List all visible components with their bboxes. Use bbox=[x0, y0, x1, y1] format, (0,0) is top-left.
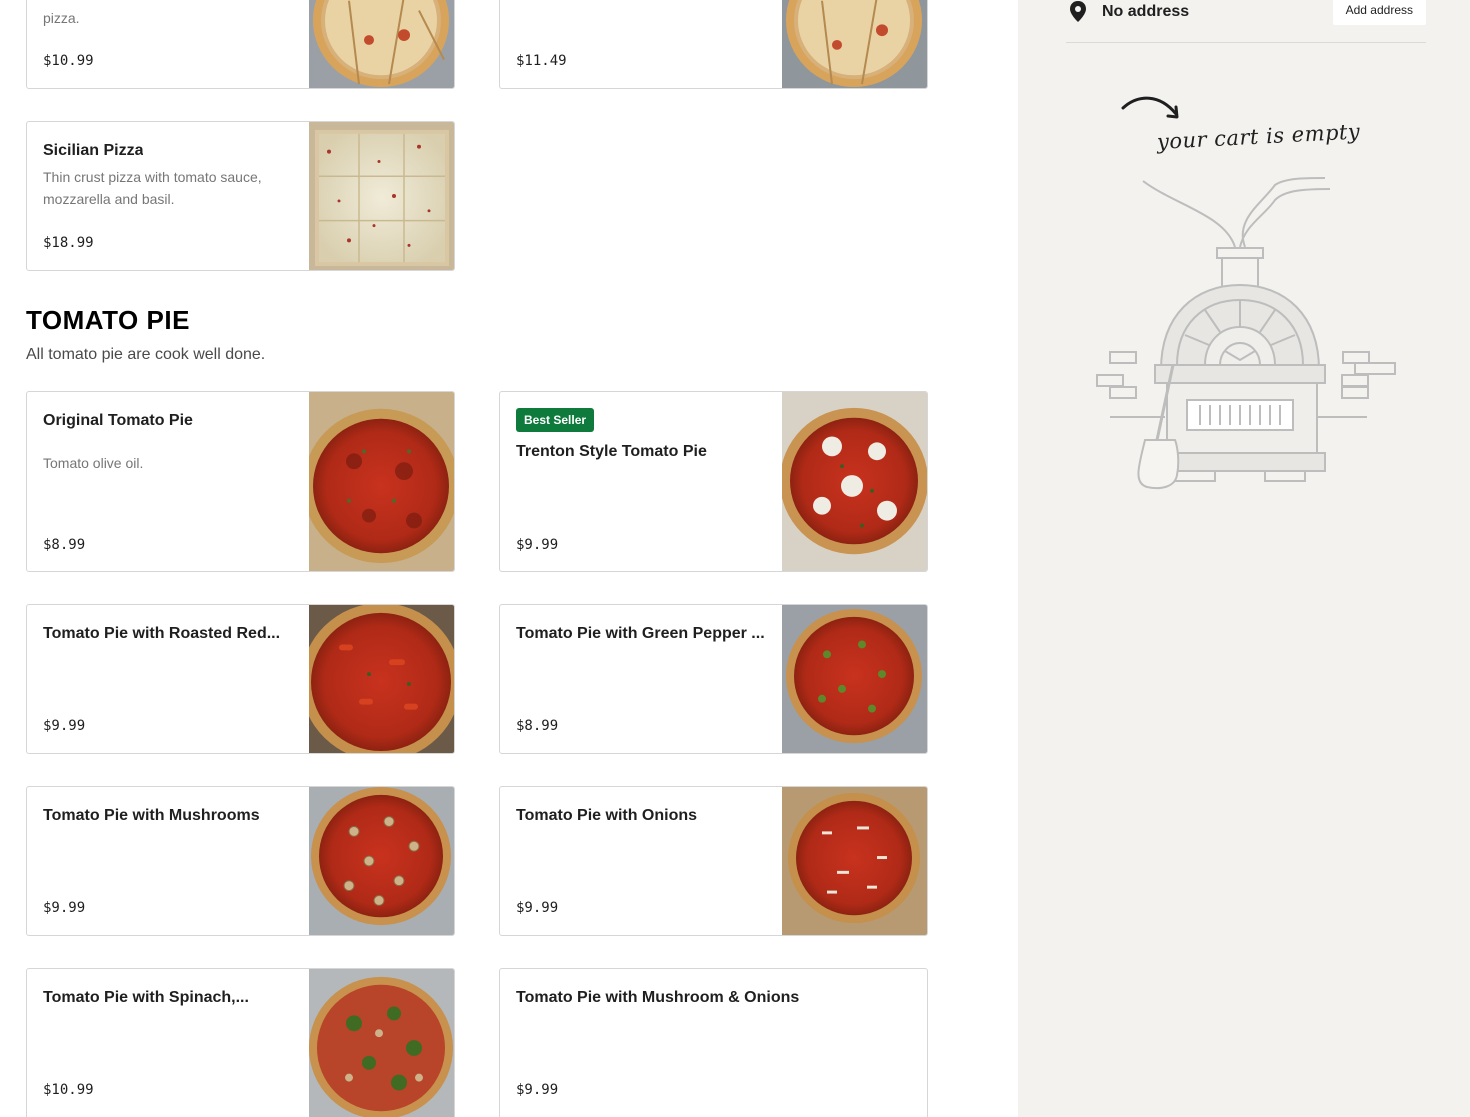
cart-sidebar bbox=[1018, 0, 1470, 1117]
menu-item-name: Tomato Pie with Mushroom & Onions bbox=[516, 989, 800, 1006]
curved-arrow-icon bbox=[1121, 96, 1179, 119]
menu-item-description: Thin crust pizza with tomato sauce, mozz… bbox=[43, 169, 262, 207]
menu-item-card[interactable]: Best Seller Trenton Style Tomato Pie $9.… bbox=[499, 391, 928, 572]
delivery-address-row: No address Add address bbox=[1066, 0, 1426, 43]
menu-item-name: Tomato Pie with Onions bbox=[516, 807, 698, 824]
menu-item-name: Tomato Pie with Green Pepper ... bbox=[516, 625, 765, 642]
menu-item-description: pizza. bbox=[43, 10, 80, 26]
menu-item-card[interactable]: Tomato Pie with Spinach,... $10.99 bbox=[26, 968, 455, 1117]
menu-item-card[interactable]: Tomato Pie with Green Pepper ... $8.99 bbox=[499, 604, 928, 754]
menu-item-info: Best Seller Trenton Style Tomato Pie $9.… bbox=[516, 392, 767, 571]
menu-item-name: Tomato Pie with Mushrooms bbox=[43, 807, 260, 824]
menu-item-price: $10.99 bbox=[43, 53, 94, 69]
best-seller-badge: Best Seller bbox=[516, 408, 595, 432]
menu-item-price: $8.99 bbox=[43, 537, 86, 553]
menu-item-info: $11.49 bbox=[516, 0, 767, 88]
menu-item-price: $18.99 bbox=[43, 235, 94, 251]
add-address-button[interactable]: Add address bbox=[1332, 0, 1426, 25]
section-description: All tomato pie are cook well done. bbox=[26, 346, 266, 363]
menu-item-photo bbox=[309, 787, 454, 935]
menu-item-price: $9.99 bbox=[43, 718, 86, 734]
menu-item-card[interactable]: Original Tomato Pie Tomato olive oil. $8… bbox=[26, 391, 455, 572]
menu-item-info: Tomato Pie with Spinach,... $10.99 bbox=[43, 969, 294, 1117]
menu-item-card[interactable]: Tomato Pie with Mushrooms $9.99 bbox=[26, 786, 455, 936]
menu-item-photo bbox=[782, 787, 927, 935]
menu-item-price: $9.99 bbox=[516, 900, 559, 916]
menu-item-price: $9.99 bbox=[516, 537, 559, 553]
menu-item-card[interactable]: Sicilian Pizza Thin crust pizza with tom… bbox=[26, 121, 455, 271]
pizza-oven-illustration bbox=[1096, 177, 1396, 490]
menu-item-info: Original Tomato Pie Tomato olive oil. $8… bbox=[43, 392, 294, 571]
menu-item-name: Tomato Pie with Spinach,... bbox=[43, 989, 249, 1006]
menu-item-description: Tomato olive oil. bbox=[43, 455, 144, 471]
menu-item-info: Tomato Pie with Green Pepper ... $8.99 bbox=[516, 605, 767, 753]
menu-item-price: $10.99 bbox=[43, 1082, 94, 1098]
menu-item-info: Tomato Pie with Roasted Red... $9.99 bbox=[43, 605, 294, 753]
menu-item-photo bbox=[309, 605, 454, 753]
menu-item-photo bbox=[309, 392, 454, 571]
menu-item-price: $11.49 bbox=[516, 53, 567, 69]
menu-item-photo bbox=[782, 605, 927, 753]
menu-item-price: $8.99 bbox=[516, 718, 559, 734]
menu-item-name: Trenton Style Tomato Pie bbox=[516, 443, 707, 460]
menu-item-info: Sicilian Pizza Thin crust pizza with tom… bbox=[43, 122, 294, 270]
menu-item-name: Original Tomato Pie bbox=[43, 412, 193, 429]
menu-item-price: $9.99 bbox=[516, 1082, 559, 1098]
menu-item-price: $9.99 bbox=[43, 900, 86, 916]
menu-item-card[interactable]: Tomato Pie with Roasted Red... $9.99 bbox=[26, 604, 455, 754]
menu-item-info: pizza. $10.99 bbox=[43, 0, 294, 88]
menu-item-photo bbox=[309, 969, 454, 1117]
menu-item-card[interactable]: Tomato Pie with Mushroom & Onions $9.99 bbox=[499, 968, 928, 1117]
menu-item-info: Tomato Pie with Mushrooms $9.99 bbox=[43, 787, 294, 935]
delivery-address-text: No address bbox=[1102, 3, 1190, 20]
section-title: TOMATO PIE bbox=[26, 305, 190, 335]
menu-item-info: Tomato Pie with Mushroom & Onions $9.99 bbox=[516, 969, 911, 1117]
menu-item-name: Sicilian Pizza bbox=[43, 142, 144, 159]
menu-item-card[interactable]: pizza. $10.99 bbox=[26, 0, 455, 89]
menu-item-photo bbox=[782, 0, 927, 88]
menu-item-photo bbox=[309, 0, 454, 88]
menu-item-info: Tomato Pie with Onions $9.99 bbox=[516, 787, 767, 935]
menu-item-photo bbox=[782, 392, 927, 571]
menu-item-photo bbox=[309, 122, 454, 270]
menu-item-card[interactable]: Tomato Pie with Onions $9.99 bbox=[499, 786, 928, 936]
location-pin-icon bbox=[1070, 1, 1086, 22]
menu-item-name: Tomato Pie with Roasted Red... bbox=[43, 625, 281, 642]
menu-item-card[interactable]: $11.49 bbox=[499, 0, 928, 89]
